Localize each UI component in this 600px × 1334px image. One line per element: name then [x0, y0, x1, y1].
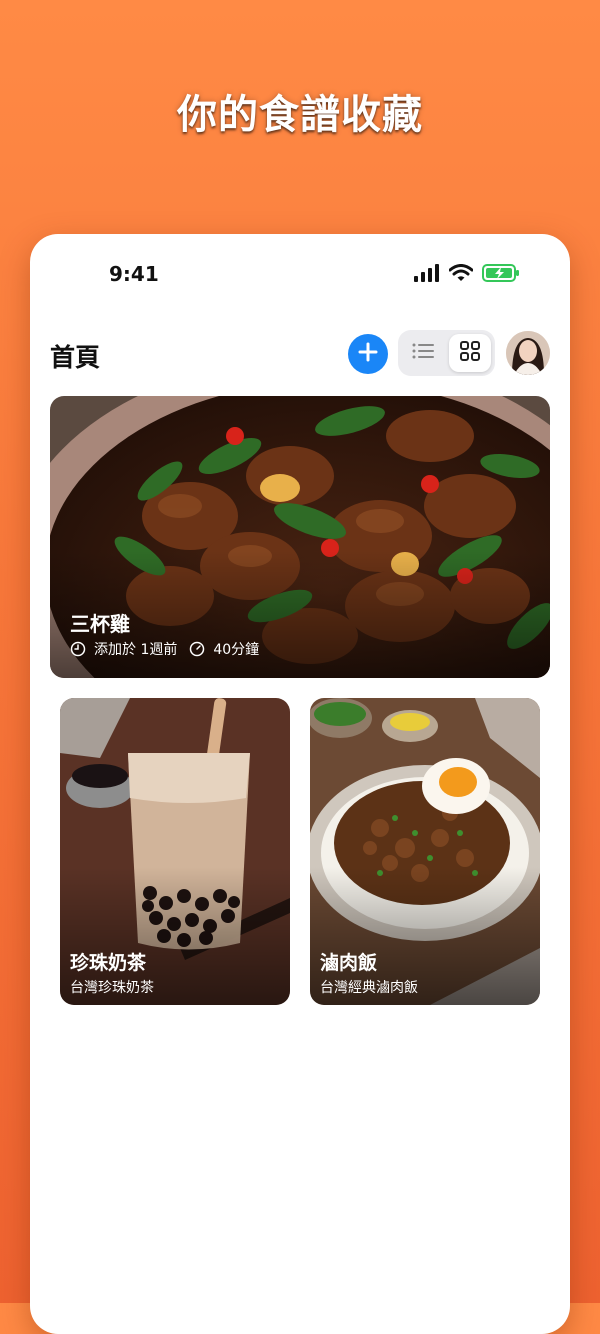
- list-view-icon: [412, 342, 434, 364]
- status-time: 9:41: [109, 262, 159, 286]
- plus-icon: [357, 341, 379, 367]
- battery-icon: [482, 264, 520, 286]
- recipe-card-braised-pork-rice[interactable]: 滷肉飯 台灣經典滷肉飯: [310, 698, 540, 1005]
- recipe-subtitle: 台灣珍珠奶茶: [70, 980, 154, 996]
- app-header: 首頁: [50, 330, 550, 378]
- grid-view-icon: [459, 340, 481, 366]
- page-title: 首頁: [50, 343, 101, 372]
- promo-headline: 你的食譜收藏: [177, 92, 423, 138]
- add-recipe-button[interactable]: [348, 334, 388, 374]
- wifi-icon: [448, 264, 474, 286]
- view-toggle: [398, 330, 495, 376]
- recipe-title: 滷肉飯: [320, 952, 378, 974]
- clock-icon: [70, 641, 86, 657]
- status-bar: 9:41: [30, 260, 570, 290]
- timer-icon: [189, 641, 205, 657]
- phone-screen: 9:41 首頁 三杯雞 添加於 1週前 40分鐘 珍珠奶茶 台灣珍珠奶茶 滷肉飯…: [30, 234, 570, 1334]
- recipe-title: 三杯雞: [70, 612, 130, 636]
- recipe-card-bubble-tea[interactable]: 珍珠奶茶 台灣珍珠奶茶: [60, 698, 290, 1005]
- recipe-subtitle: 台灣經典滷肉飯: [320, 980, 418, 996]
- recipe-title: 珍珠奶茶: [70, 952, 147, 974]
- added-time: 添加於 1週前: [94, 642, 178, 658]
- grid-view-button[interactable]: [449, 334, 491, 372]
- recipe-card-three-cup-chicken[interactable]: 三杯雞 添加於 1週前 40分鐘: [50, 396, 550, 678]
- status-icons: [414, 264, 520, 286]
- signal-icon: [414, 264, 440, 286]
- recipe-meta: 添加於 1週前 40分鐘: [70, 639, 259, 659]
- cook-duration: 40分鐘: [213, 642, 260, 658]
- user-avatar[interactable]: [506, 331, 550, 375]
- list-view-button[interactable]: [402, 334, 444, 372]
